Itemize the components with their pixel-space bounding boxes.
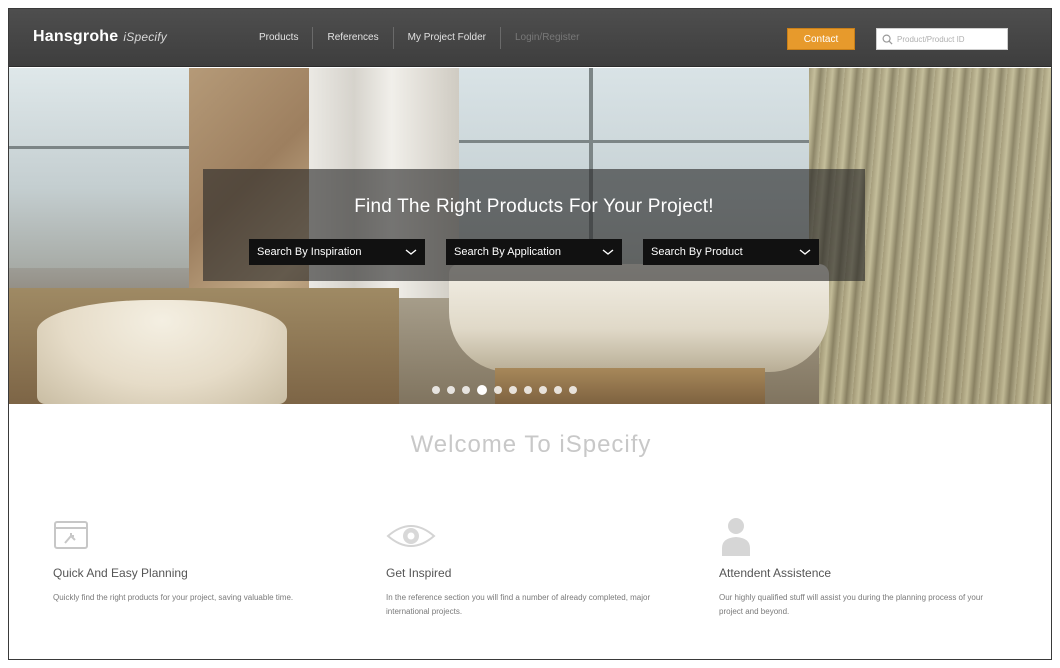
hero-title: Find The Right Products For Your Project…: [354, 196, 714, 217]
hero-banner: Find The Right Products For Your Project…: [9, 68, 1051, 404]
feature-title: Get Inspired: [386, 566, 452, 580]
feature-title: Quick And Easy Planning: [53, 566, 188, 580]
feature-text: In the reference section you will find a…: [386, 593, 651, 616]
nav-login-register[interactable]: Login/Register: [501, 27, 593, 49]
chevron-down-icon: [799, 249, 811, 255]
hero-image-sink: [37, 300, 287, 404]
carousel-dot[interactable]: [569, 386, 577, 394]
hero-search-panel: Find The Right Products For Your Project…: [203, 169, 865, 281]
nav-my-project-folder[interactable]: My Project Folder: [394, 27, 501, 49]
carousel-dot[interactable]: [447, 386, 455, 394]
dropdown-label: Search By Inspiration: [257, 246, 362, 258]
brand-name: Hansgrohe: [33, 28, 119, 45]
carousel-dot[interactable]: [477, 385, 487, 395]
hero-image-window-frame: [449, 140, 809, 143]
search-icon[interactable]: [882, 34, 893, 45]
eye-icon: [386, 525, 436, 547]
brand-subtitle: iSpecify: [123, 30, 167, 44]
carousel-dot[interactable]: [524, 386, 532, 394]
main-nav: Products References My Project Folder Lo…: [245, 9, 593, 67]
search-by-product-dropdown[interactable]: Search By Product: [643, 239, 819, 265]
person-icon: [722, 518, 750, 556]
chevron-down-icon: [602, 249, 614, 255]
search-input[interactable]: [897, 30, 1005, 48]
search-by-inspiration-dropdown[interactable]: Search By Inspiration: [249, 239, 425, 265]
feature-text: Our highly qualified stuff will assist y…: [719, 593, 983, 616]
dropdown-label: Search By Application: [454, 246, 562, 258]
carousel-dot[interactable]: [432, 386, 440, 394]
planning-icon: [54, 521, 88, 549]
nav-products[interactable]: Products: [245, 27, 314, 49]
chevron-down-icon: [405, 249, 417, 255]
carousel-dot[interactable]: [494, 386, 502, 394]
dropdown-label: Search By Product: [651, 246, 743, 258]
carousel-dot[interactable]: [509, 386, 517, 394]
nav-references[interactable]: References: [313, 27, 394, 49]
carousel-pagination: [432, 385, 577, 395]
carousel-dot[interactable]: [539, 386, 547, 394]
brand-logo[interactable]: Hansgrohe iSpecify: [33, 28, 167, 46]
carousel-dot[interactable]: [554, 386, 562, 394]
contact-button[interactable]: Contact: [787, 28, 855, 50]
feature-title: Attendent Assistence: [719, 566, 832, 580]
search-by-application-dropdown[interactable]: Search By Application: [446, 239, 622, 265]
search-box: [876, 28, 1008, 50]
carousel-dot[interactable]: [462, 386, 470, 394]
top-navigation-bar: Hansgrohe iSpecify Products References My…: [9, 9, 1051, 67]
feature-text: Quickly find the right products for your…: [53, 593, 294, 602]
browser-viewport: Hansgrohe iSpecify Products References My…: [8, 8, 1052, 660]
welcome-heading: Welcome To iSpecify: [410, 431, 652, 458]
